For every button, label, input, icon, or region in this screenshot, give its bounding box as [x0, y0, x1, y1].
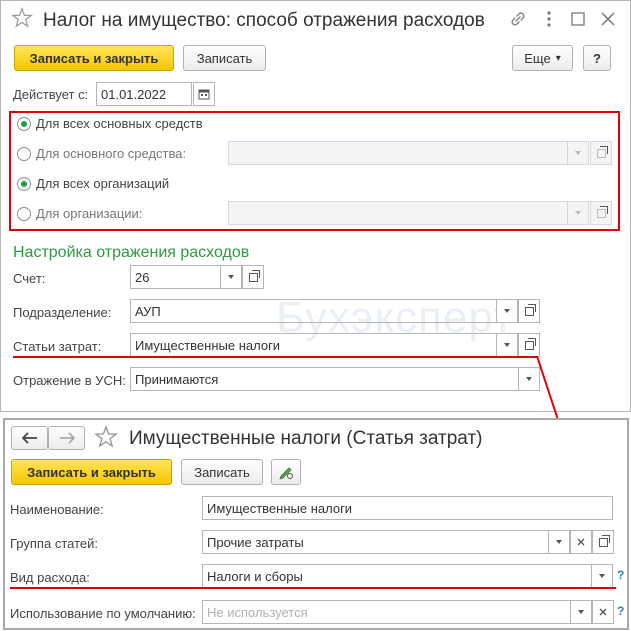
star-icon[interactable]: [11, 6, 33, 32]
default-usage-label: Использование по умолчанию:: [10, 606, 196, 621]
arrow-left-icon: [21, 432, 37, 444]
back-button[interactable]: [11, 426, 48, 450]
department-dropdown[interactable]: [496, 299, 518, 323]
department-open-button[interactable]: [518, 299, 540, 323]
cost-items-open-button[interactable]: [518, 333, 540, 357]
account-label: Счет:: [13, 271, 46, 286]
chevron-down-icon: [556, 540, 562, 544]
highlight-underline: [13, 356, 538, 358]
expense-type-label: Вид расхода:: [10, 570, 90, 585]
window-title: Имущественные налоги (Статья затрат): [129, 428, 483, 449]
group-open-button[interactable]: [592, 530, 614, 554]
help-icon[interactable]: ?: [617, 604, 624, 618]
clear-icon: [577, 538, 585, 546]
help-button[interactable]: ?: [583, 45, 611, 71]
default-usage-clear-button[interactable]: [592, 600, 614, 624]
chevron-down-icon: [504, 309, 510, 313]
calendar-icon: [198, 89, 210, 100]
clear-icon: [599, 608, 607, 616]
help-icon[interactable]: ?: [617, 568, 624, 582]
usn-dropdown[interactable]: [518, 367, 540, 391]
edit-button[interactable]: [271, 459, 301, 485]
window-title: Налог на имущество: способ отражения рас…: [43, 10, 485, 31]
account-open-button[interactable]: [242, 265, 264, 289]
chevron-down-icon: [599, 574, 605, 578]
link-icon[interactable]: [509, 10, 527, 31]
highlight-underline: [10, 587, 616, 589]
maximize-icon[interactable]: [571, 12, 585, 29]
more-button[interactable]: Еще ▾: [512, 45, 573, 71]
group-dropdown[interactable]: [548, 530, 570, 554]
save-and-close-button[interactable]: Записать и закрыть: [11, 459, 172, 485]
open-form-icon: [598, 534, 610, 547]
star-icon[interactable]: [94, 424, 118, 452]
open-form-icon: [248, 269, 260, 282]
usn-input[interactable]: Принимаются: [130, 367, 519, 391]
chevron-down-icon: ▾: [555, 52, 561, 64]
cost-items-label: Статьи затрат:: [13, 339, 102, 354]
department-input[interactable]: АУП: [130, 299, 497, 323]
expense-type-input[interactable]: Налоги и сборы: [202, 564, 592, 588]
arrow-right-icon: [59, 432, 75, 444]
highlight-box: [9, 111, 620, 231]
calendar-button[interactable]: [193, 82, 215, 106]
section-title: Настройка отражения расходов: [13, 244, 250, 261]
forward-button[interactable]: [48, 426, 85, 450]
cost-items-dropdown[interactable]: [496, 333, 518, 357]
name-input[interactable]: Имущественные налоги: [202, 496, 613, 520]
save-button[interactable]: Записать: [183, 45, 266, 71]
name-label: Наименование:: [10, 502, 104, 517]
save-and-close-button[interactable]: Записать и закрыть: [14, 45, 174, 71]
effective-date-label: Действует с:: [13, 87, 89, 102]
chevron-down-icon: [526, 377, 532, 381]
property-tax-settings-window: Налог на имущество: способ отражения рас…: [0, 0, 631, 412]
cost-item-window: Имущественные налоги (Статья затрат) Зап…: [3, 418, 629, 630]
chevron-down-icon: [504, 343, 510, 347]
effective-date-input[interactable]: 01.01.2022: [96, 82, 192, 106]
more-button-label: Еще: [524, 50, 551, 66]
save-button[interactable]: Записать: [181, 459, 263, 485]
chevron-down-icon: [578, 610, 584, 614]
open-form-icon: [524, 337, 536, 350]
account-dropdown[interactable]: [220, 265, 242, 289]
cost-items-input[interactable]: Имущественные налоги: [130, 333, 497, 357]
account-input[interactable]: 26: [130, 265, 222, 289]
pencil-icon: [279, 467, 293, 480]
group-label: Группа статей:: [10, 536, 98, 551]
close-icon[interactable]: [601, 12, 615, 29]
chevron-down-icon: [228, 275, 234, 279]
default-usage-input[interactable]: Не используется: [202, 600, 571, 624]
usn-label: Отражение в УСН:: [13, 373, 126, 388]
group-clear-button[interactable]: [570, 530, 592, 554]
group-input[interactable]: Прочие затраты: [202, 530, 549, 554]
department-label: Подразделение:: [13, 305, 112, 320]
expense-type-dropdown[interactable]: [591, 564, 613, 588]
more-dots-icon[interactable]: [544, 10, 554, 31]
default-usage-dropdown[interactable]: [570, 600, 592, 624]
open-form-icon: [524, 303, 536, 316]
